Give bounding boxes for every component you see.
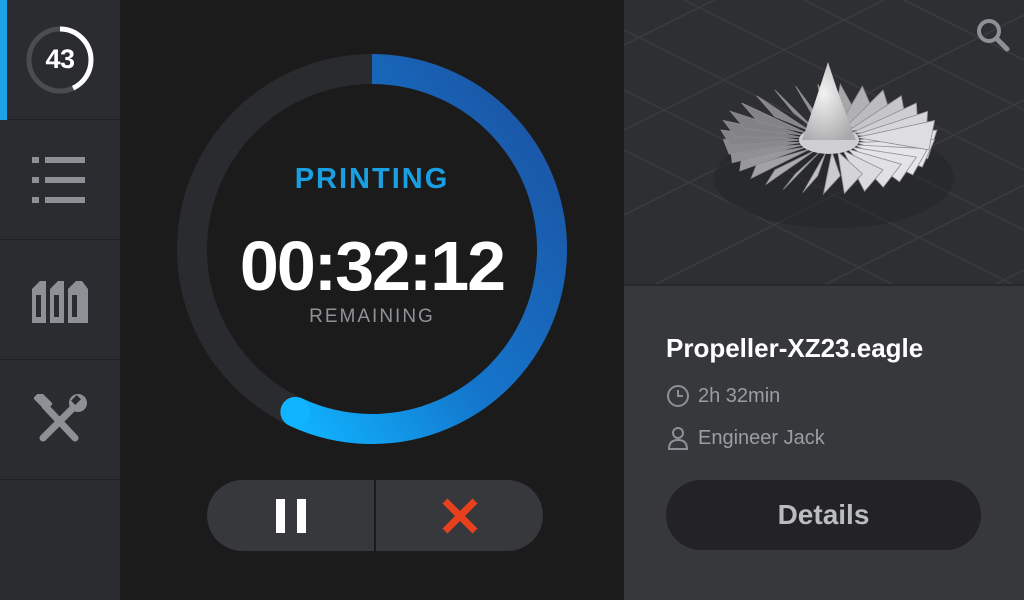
print-controls [207,480,543,551]
sidebar: 43 [0,0,120,600]
job-duration-row: 2h 32min [666,384,780,408]
job-file-name: Propeller-XZ23.eagle [666,333,924,363]
job-duration: 2h 32min [698,384,781,407]
nav-tools[interactable] [0,360,120,480]
nav-queue-list[interactable] [0,120,120,240]
user-icon [667,427,689,450]
pause-button[interactable] [207,480,374,551]
job-owner: Engineer Jack [698,426,825,449]
time-remaining: 00:32:12 [239,227,506,305]
model-preview [624,0,1024,286]
tools-icon [33,393,87,441]
propeller-model [714,62,954,228]
print-status: PRINTING [294,163,450,195]
pause-icon [275,498,306,533]
cancel-icon [442,498,477,533]
details-button[interactable]: Details [666,480,981,550]
job-owner-row: Engineer Jack [666,426,825,450]
print-status-panel: PRINTING 00:32:12 REMAINING [120,0,624,600]
nav-materials[interactable] [0,240,120,360]
clock-icon [667,385,689,407]
filament-icon [32,280,88,323]
job-info-panel: Propeller-XZ23.eagle 2h 32min Engineer J… [624,0,1024,600]
cancel-button[interactable] [376,480,543,551]
remaining-label: REMAINING [309,306,435,327]
search-icon [977,19,1010,52]
nav-progress[interactable]: 43 [0,0,120,120]
list-icon [32,156,85,203]
progress-badge: 43 [24,24,96,96]
search-button[interactable] [976,18,1010,57]
progress-percent: 43 [45,44,75,74]
